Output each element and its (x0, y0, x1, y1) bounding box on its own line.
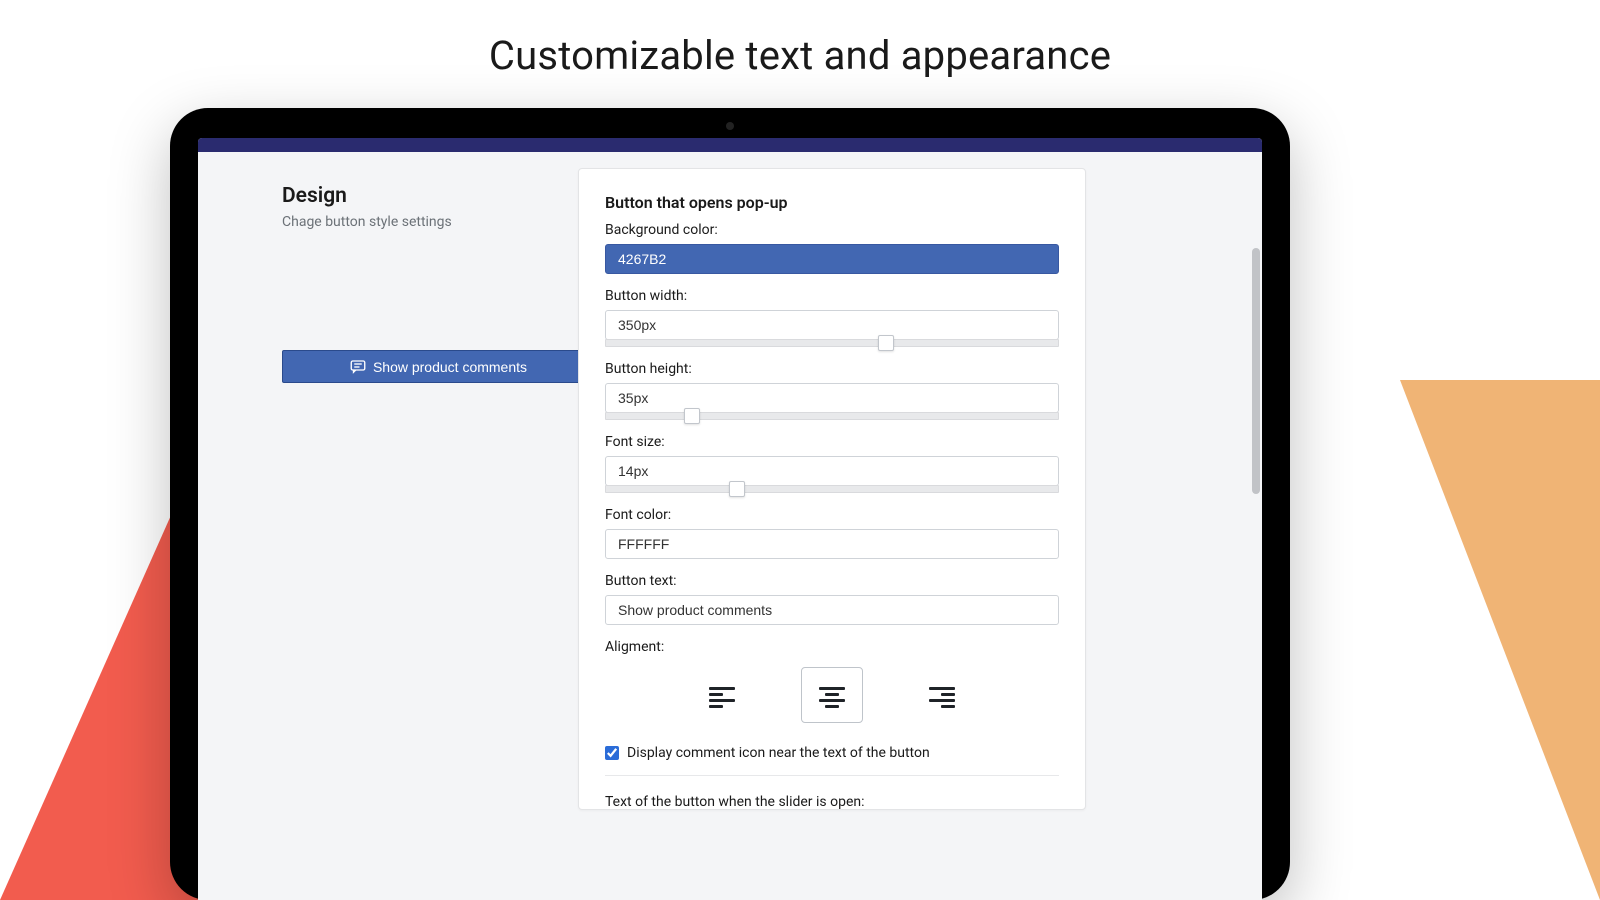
alignment-label: Aligment: (605, 639, 1059, 655)
align-right-button[interactable] (911, 667, 973, 723)
button-height-label: Button height: (605, 361, 1059, 377)
app-top-bar (198, 138, 1262, 152)
slider-thumb[interactable] (729, 481, 745, 497)
font-color-input[interactable] (605, 529, 1059, 559)
card-title: Button that opens pop-up (605, 193, 1059, 212)
align-left-icon (709, 684, 735, 706)
scrollbar-thumb[interactable] (1252, 248, 1260, 494)
bg-color-label: Background color: (605, 222, 1059, 238)
bg-color-input[interactable] (605, 244, 1059, 274)
decorative-triangle-right (1400, 380, 1600, 900)
preview-show-comments-button[interactable]: Show product comments (282, 350, 594, 383)
preview-button-label: Show product comments (373, 359, 527, 375)
font-color-label: Font color: (605, 507, 1059, 523)
button-width-input[interactable] (605, 310, 1059, 340)
button-width-label: Button width: (605, 288, 1059, 304)
button-text-label: Button text: (605, 573, 1059, 589)
button-height-input[interactable] (605, 383, 1059, 413)
align-right-icon (929, 684, 955, 706)
divider (605, 775, 1059, 776)
laptop-mockup: Design Chage button style settings Show … (170, 108, 1290, 900)
button-height-slider[interactable] (605, 412, 1059, 420)
display-icon-row[interactable]: Display comment icon near the text of th… (605, 745, 1059, 761)
hero-title: Customizable text and appearance (0, 0, 1600, 79)
font-size-input[interactable] (605, 456, 1059, 486)
align-center-button[interactable] (801, 667, 863, 723)
section-subheading: Chage button style settings (282, 214, 558, 230)
button-width-slider[interactable] (605, 339, 1059, 347)
display-icon-checkbox[interactable] (605, 746, 619, 760)
align-center-icon (819, 684, 845, 706)
align-left-button[interactable] (691, 667, 753, 723)
display-icon-label: Display comment icon near the text of th… (627, 745, 930, 761)
font-size-slider[interactable] (605, 485, 1059, 493)
open-text-label: Text of the button when the slider is op… (605, 794, 1059, 810)
camera-dot (726, 122, 734, 130)
comment-icon (349, 358, 367, 376)
slider-thumb[interactable] (878, 335, 894, 351)
button-text-input[interactable] (605, 595, 1059, 625)
font-size-label: Font size: (605, 434, 1059, 450)
section-heading: Design (282, 184, 558, 208)
slider-thumb[interactable] (684, 408, 700, 424)
